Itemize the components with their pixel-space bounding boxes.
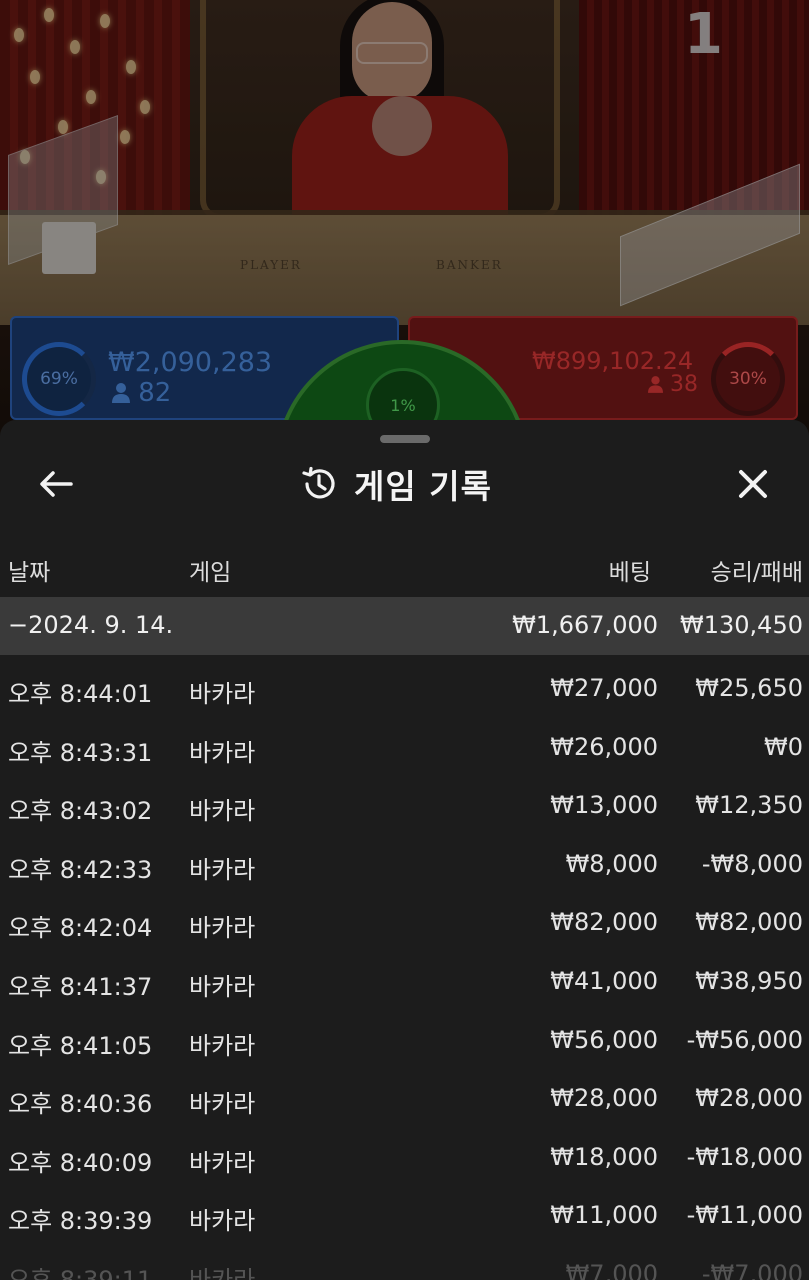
row-time: 오후 8:43:02: [8, 797, 153, 826]
row-win-loss: ₩28,000: [695, 1084, 803, 1113]
row-bet: ₩26,000: [550, 732, 658, 761]
row-time: 오후 8:43:31: [8, 738, 153, 767]
row-win-loss: -₩18,000: [686, 1142, 803, 1171]
live-video-feed: PLAYER BANKER 1 69% ₩2,090,283 82 ₩899,1…: [0, 0, 809, 440]
row-time: 오후 8:39:11: [8, 1265, 153, 1280]
date-group-row[interactable]: −2024. 9. 14. ₩1,667,000 ₩130,450: [0, 597, 809, 655]
row-game: 바카라: [189, 972, 256, 1001]
row-bet: ₩7,000: [565, 1259, 658, 1280]
sheet-drag-handle[interactable]: [380, 435, 430, 443]
history-list: 오후 8:44:01 바카라 ₩27,000 ₩25,650 오후 8:43:31 바카…: [0, 660, 809, 1280]
row-bet: ₩27,000: [550, 674, 658, 702]
row-time: 오후 8:41:05: [8, 1031, 153, 1060]
close-button[interactable]: [731, 462, 775, 506]
video-dim-overlay: [0, 0, 809, 440]
history-row[interactable]: 오후 8:42:33 바카라 ₩8,000 -₩8,000: [0, 836, 809, 895]
row-time: 오후 8:39:39: [8, 1207, 153, 1236]
arrow-left-icon: [40, 471, 73, 497]
column-header-bet: 베팅: [608, 560, 651, 586]
history-row[interactable]: 오후 8:40:09 바카라 ₩18,000 -₩18,000: [0, 1129, 809, 1188]
close-icon: [739, 470, 767, 498]
row-bet: ₩13,000: [550, 791, 658, 820]
date-group-bet-total: ₩1,667,000: [512, 611, 658, 639]
history-row[interactable]: 오후 8:44:01 바카라 ₩27,000 ₩25,650: [0, 660, 809, 719]
row-game: 바카라: [189, 1090, 256, 1119]
history-row[interactable]: 오후 8:43:02 바카라 ₩13,000 ₩12,350: [0, 777, 809, 836]
history-row[interactable]: 오후 8:39:39 바카라 ₩11,000 -₩11,000: [0, 1187, 809, 1246]
row-bet: ₩56,000: [550, 1025, 658, 1054]
row-time: 오후 8:42:04: [8, 914, 153, 943]
history-row[interactable]: 오후 8:41:05 바카라 ₩56,000 -₩56,000: [0, 1012, 809, 1071]
row-win-loss: ₩82,000: [695, 908, 803, 937]
row-time: 오후 8:40:09: [8, 1148, 153, 1177]
history-row[interactable]: 오후 8:42:04 바카라 ₩82,000 ₩82,000: [0, 894, 809, 953]
row-bet: ₩18,000: [550, 1142, 658, 1171]
date-group-label: −2024. 9. 14.: [8, 611, 174, 639]
row-win-loss: ₩0: [764, 732, 803, 761]
row-game: 바카라: [189, 1148, 256, 1177]
row-time: 오후 8:40:36: [8, 1090, 153, 1119]
column-header-game: 게임: [189, 560, 232, 586]
history-row[interactable]: 오후 8:39:11 바카라 ₩7,000 -₩7,000: [0, 1246, 809, 1280]
row-game: 바카라: [189, 914, 256, 943]
sheet-title: 게임 기록: [354, 467, 492, 506]
date-group-win-loss-total: ₩130,450: [680, 611, 803, 639]
row-game: 바카라: [189, 1207, 256, 1236]
history-row[interactable]: 오후 8:40:36 바카라 ₩28,000 ₩28,000: [0, 1070, 809, 1129]
game-history-sheet: 게임 기록 날짜 게임 베팅 승리/패배 −2024. 9. 14. ₩1,66…: [0, 420, 809, 1280]
row-time: 오후 8:44:01: [8, 680, 153, 708]
history-row[interactable]: 오후 8:41:37 바카라 ₩41,000 ₩38,950: [0, 953, 809, 1012]
history-row[interactable]: 오후 8:43:31 바카라 ₩26,000 ₩0: [0, 719, 809, 778]
row-game: 바카라: [189, 680, 256, 708]
row-game: 바카라: [189, 1031, 256, 1060]
row-bet: ₩41,000: [550, 966, 658, 995]
row-game: 바카라: [189, 797, 256, 826]
column-header-date: 날짜: [8, 560, 51, 586]
back-button[interactable]: [34, 462, 78, 506]
row-win-loss: -₩7,000: [701, 1259, 803, 1280]
row-win-loss: ₩25,650: [695, 674, 803, 702]
row-win-loss: -₩8,000: [701, 849, 803, 878]
row-time: 오후 8:41:37: [8, 972, 153, 1001]
row-bet: ₩8,000: [565, 849, 658, 878]
row-bet: ₩28,000: [550, 1084, 658, 1113]
row-win-loss: -₩11,000: [686, 1201, 803, 1230]
row-win-loss: ₩38,950: [695, 966, 803, 995]
column-header-win-loss: 승리/패배: [710, 560, 803, 586]
row-win-loss: -₩56,000: [686, 1025, 803, 1054]
row-game: 바카라: [189, 738, 256, 767]
history-column-headers: 날짜 게임 베팅 승리/패배: [0, 547, 809, 591]
row-game: 바카라: [189, 1265, 256, 1280]
row-win-loss: ₩12,350: [695, 791, 803, 820]
row-bet: ₩11,000: [550, 1201, 658, 1230]
sheet-header: 게임 기록: [300, 460, 492, 508]
row-game: 바카라: [189, 855, 256, 884]
history-clock-icon: [302, 466, 335, 499]
row-time: 오후 8:42:33: [8, 855, 153, 884]
row-bet: ₩82,000: [550, 908, 658, 937]
